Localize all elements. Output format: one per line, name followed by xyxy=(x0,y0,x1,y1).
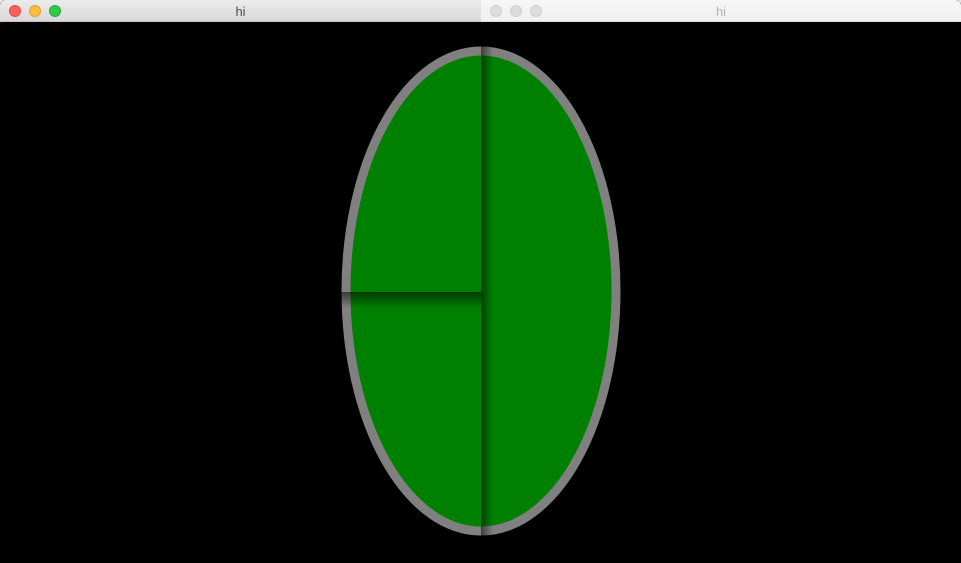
ellipse-quarter-bottom-left xyxy=(0,292,481,563)
titlebar-top-right[interactable]: hi xyxy=(481,0,961,22)
window-top-right[interactable]: hi xyxy=(481,0,961,292)
canvas-bottom-right xyxy=(481,292,961,563)
window-title: hi xyxy=(715,4,727,19)
canvas-top-left xyxy=(0,0,481,292)
window-bottom-left[interactable] xyxy=(0,292,481,563)
canvas-bottom-left xyxy=(0,292,481,563)
window-bottom-right[interactable] xyxy=(481,292,961,563)
ellipse-quarter-top-right xyxy=(481,0,961,292)
ellipse-quarter-bottom-right xyxy=(481,292,961,563)
window-top-left[interactable]: hi xyxy=(0,0,481,292)
titlebar-top-left[interactable]: hi xyxy=(0,0,481,22)
ellipse-quarter-top-left xyxy=(0,0,481,292)
window-title: hi xyxy=(235,4,246,19)
canvas-top-right xyxy=(481,0,961,292)
